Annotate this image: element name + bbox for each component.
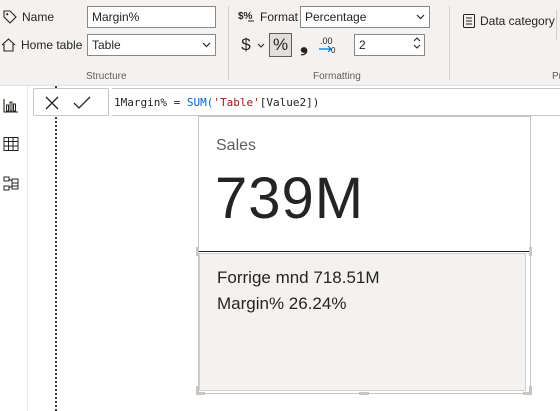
home-table-select[interactable]: Table <box>87 34 216 56</box>
home-icon <box>1 38 16 52</box>
cancel-button[interactable] <box>42 93 62 113</box>
decimals-value: 2 <box>359 38 366 52</box>
canvas-boundary <box>55 86 57 411</box>
resize-handle-right[interactable] <box>529 247 532 256</box>
line-number: 1 <box>114 95 121 109</box>
format-select[interactable]: Percentage <box>300 6 430 28</box>
view-rail <box>0 86 28 411</box>
group-separator <box>449 6 450 80</box>
resize-handle-bottom-left-h[interactable] <box>196 392 205 395</box>
name-input[interactable]: Margin% <box>87 6 216 28</box>
name-label: Name <box>22 10 55 24</box>
decimal-places-input[interactable]: 2 <box>354 34 425 56</box>
name-input-value: Margin% <box>92 10 140 24</box>
resize-handle-bottom-right-h[interactable] <box>523 392 532 395</box>
ribbon: Name Margin% Home table Table Structure … <box>0 0 560 86</box>
chevron-down-icon <box>416 14 425 20</box>
comma-style-button[interactable]: ❟ <box>297 34 311 56</box>
data-category-row[interactable]: Data category <box>462 13 555 29</box>
close-icon <box>45 96 59 110</box>
commit-button[interactable] <box>72 93 92 113</box>
report-view-icon[interactable] <box>2 96 20 114</box>
percent-button[interactable]: % <box>269 33 292 57</box>
name-label-row: Name <box>2 9 54 25</box>
card-value: 739M <box>215 166 365 231</box>
svg-text:$%: $% <box>238 11 253 22</box>
resize-handle-left[interactable] <box>196 247 199 256</box>
card-subsection: Forrige mnd 718.51M Margin% 26.24% <box>199 253 526 391</box>
formula-input[interactable]: 1 Margin% = SUM('Table' [Value2]) <box>112 88 560 116</box>
comma-symbol: ❟ <box>300 33 308 56</box>
card-divider <box>199 251 530 252</box>
chevron-down-icon <box>257 43 265 48</box>
format-value: Percentage <box>305 10 367 24</box>
data-category-icon <box>463 14 475 28</box>
home-table-label-row: Home table <box>0 37 82 53</box>
formula-actions <box>33 88 109 116</box>
properties-group-label: Pr <box>552 71 560 82</box>
spin-buttons[interactable] <box>413 37 421 49</box>
format-label: Format <box>260 10 299 24</box>
table-reference: 'Table' <box>213 95 260 109</box>
percent-symbol: % <box>272 35 289 54</box>
svg-text:0: 0 <box>331 46 336 55</box>
function-name: SUM( <box>186 95 214 109</box>
margin-value: Margin% 26.24% <box>217 294 347 313</box>
card-visual[interactable]: Sales 739M Forrige mnd 718.51M Margin% 2… <box>198 116 531 394</box>
resize-handle-bottom[interactable] <box>359 392 369 395</box>
home-table-label: Home table <box>21 38 83 52</box>
home-table-value: Table <box>92 38 121 52</box>
chevron-up-icon[interactable] <box>413 37 421 42</box>
currency-button[interactable]: $ <box>238 34 254 56</box>
formatting-group-label: Formatting <box>313 71 361 82</box>
data-category-label: Data category <box>480 14 555 28</box>
model-view-icon[interactable] <box>2 175 20 193</box>
measure-name: Margin% = <box>120 95 187 109</box>
format-icon: $% <box>238 11 254 22</box>
currency-dropdown[interactable] <box>256 40 266 50</box>
column-reference: [Value2]) <box>259 95 320 109</box>
table-view-icon[interactable] <box>2 135 20 153</box>
previous-month-value: Forrige mnd 718.51M <box>217 268 380 287</box>
decimal-places-button[interactable]: .00 0 <box>315 33 339 57</box>
currency-symbol: $ <box>241 35 251 54</box>
chevron-down-icon[interactable] <box>413 44 421 49</box>
checkmark-icon <box>73 96 91 109</box>
card-title: Sales <box>216 137 257 154</box>
tag-icon <box>3 10 17 24</box>
svg-text:.00: .00 <box>320 36 333 46</box>
structure-group-label: Structure <box>86 71 127 82</box>
group-separator <box>228 6 229 80</box>
decimal-places-icon: .00 0 <box>319 36 336 55</box>
chevron-down-icon <box>202 42 211 48</box>
field-edge <box>556 10 557 40</box>
format-label-row: $% Format <box>238 9 298 25</box>
